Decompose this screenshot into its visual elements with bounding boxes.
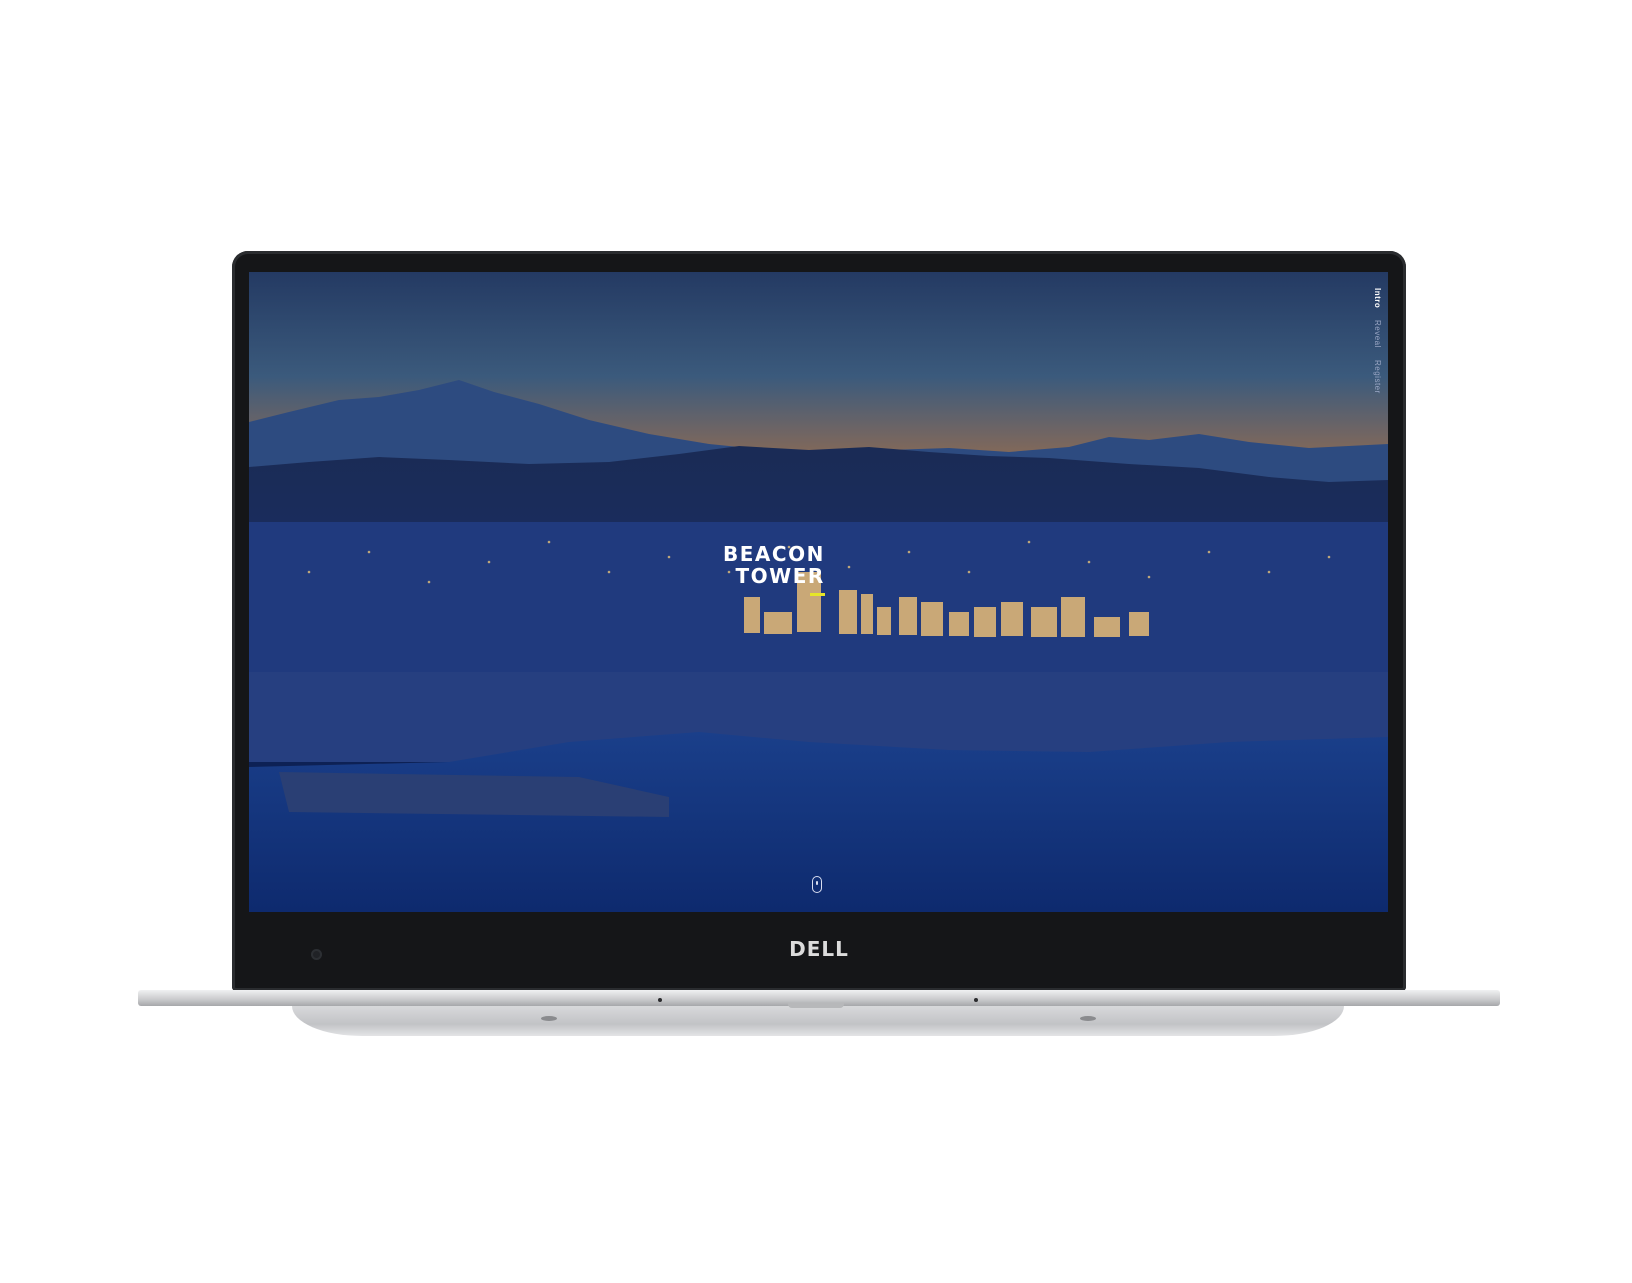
beacon-tower-logo[interactable]: BEACON TOWER [723, 542, 825, 596]
laptop-mockup: BEACON TOWER Intro Reveal Register DELL [0, 0, 1632, 1283]
nav-item-intro[interactable]: Intro [1373, 288, 1382, 308]
laptop-screen: BEACON TOWER Intro Reveal Register [249, 272, 1388, 912]
nav-item-register[interactable]: Register [1373, 360, 1382, 394]
logo-line-1: BEACON [723, 542, 825, 566]
rubber-foot [1080, 1016, 1096, 1021]
microphone-icon [974, 998, 978, 1002]
brand-logo: DELL [789, 937, 849, 961]
rubber-foot [541, 1016, 557, 1021]
logo-accent-bar [809, 593, 825, 596]
logo-line-2: TOWER [735, 564, 825, 588]
lid-opening-notch [788, 1003, 844, 1008]
mouse-scroll-icon[interactable] [812, 876, 822, 893]
side-navigation: Intro Reveal Register [1373, 288, 1382, 394]
laptop-lid: BEACON TOWER Intro Reveal Register DELL [232, 251, 1406, 991]
city-skyline-background [249, 272, 1388, 912]
laptop-base-bottom [292, 1006, 1344, 1036]
microphone-icon [658, 998, 662, 1002]
nav-item-reveal[interactable]: Reveal [1373, 320, 1382, 348]
